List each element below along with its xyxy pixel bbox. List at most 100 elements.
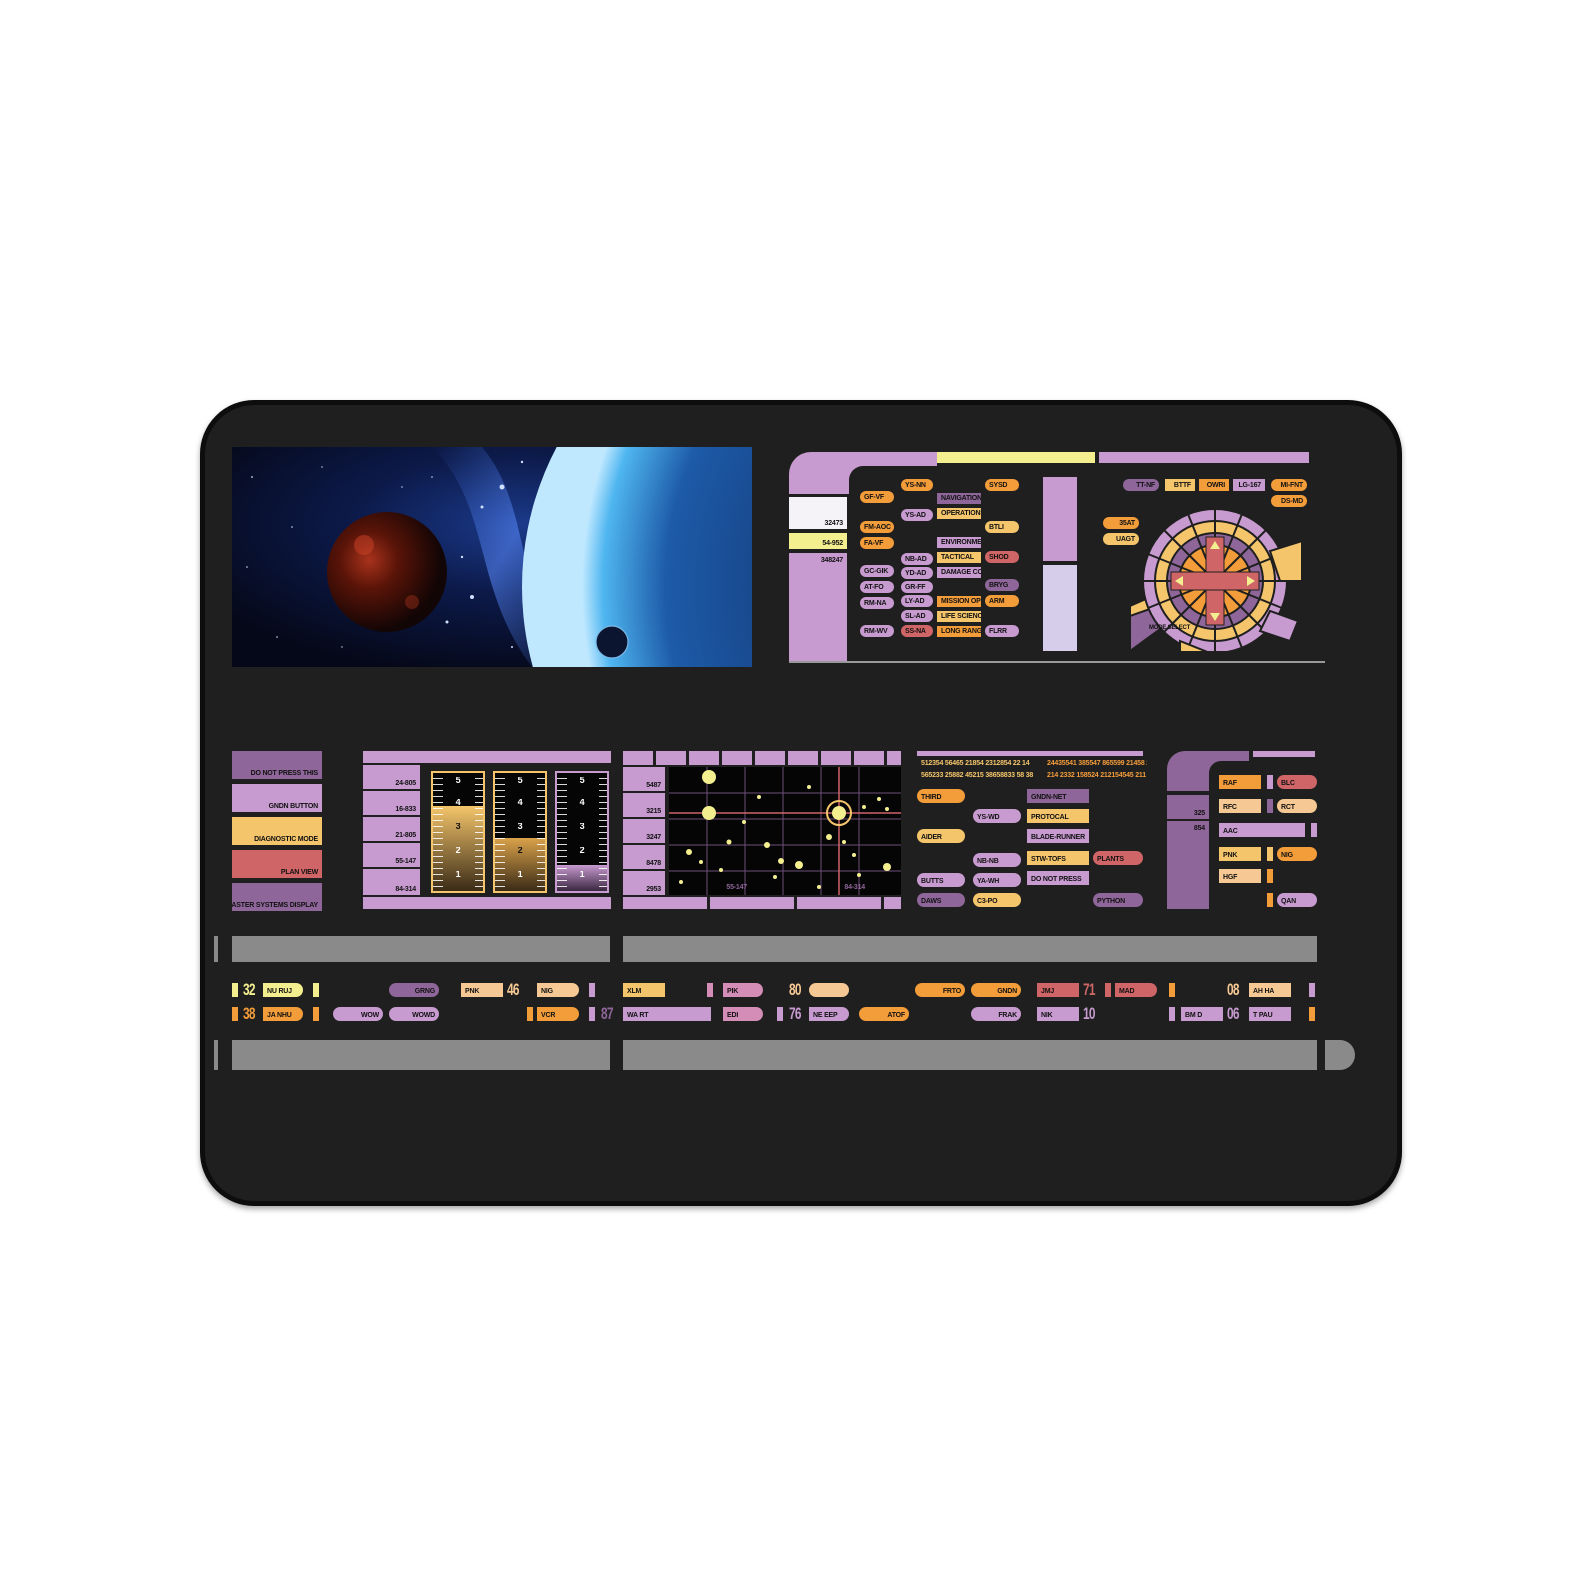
menu-left-5[interactable]: AT-FO xyxy=(860,581,894,593)
label-ah-ha[interactable]: AH HA xyxy=(1249,983,1291,997)
fn-long-range[interactable]: LONG RANGE SNS xyxy=(937,626,981,637)
label-t-pau[interactable]: T PAU xyxy=(1249,1007,1291,1021)
menu-small-1[interactable]: YS-NN xyxy=(901,479,933,491)
right-col1-pnk[interactable]: PNK xyxy=(1219,847,1261,861)
fn-environmental[interactable]: ENVIRONMENTAL xyxy=(937,537,981,548)
label-nig[interactable]: NIG xyxy=(537,983,579,997)
menu-left-7[interactable]: RM-WV xyxy=(860,625,894,637)
menu-left-6[interactable]: RM-NA xyxy=(860,597,894,609)
fn-damage-control[interactable]: DAMAGE CONTROL xyxy=(937,567,981,578)
label-frto[interactable]: FRTO xyxy=(915,983,965,997)
label-wa-rt[interactable]: WA RT xyxy=(623,1007,711,1021)
menu-small-2[interactable]: YS-AD xyxy=(901,509,933,521)
btn-do-not-press[interactable]: DO NOT PRESS THIS xyxy=(232,751,322,779)
label-nik[interactable]: NIK xyxy=(1037,1007,1079,1021)
right-col2-nig[interactable]: NIG xyxy=(1277,847,1317,861)
fn-operations[interactable]: OPERATIONS xyxy=(937,508,981,519)
label-pnk[interactable]: PNK xyxy=(461,983,503,997)
ring-top-5[interactable]: MI-FNT xyxy=(1271,479,1307,491)
right-col2-rct[interactable]: RCT xyxy=(1277,799,1317,813)
menu-left-3[interactable]: FA-VF xyxy=(860,537,894,549)
fn-life-sciences[interactable]: LIFE SCIENCES xyxy=(937,611,981,622)
menu-right-2[interactable]: BTLI xyxy=(985,521,1019,533)
ring-top-3[interactable]: OWRI xyxy=(1199,479,1229,491)
col1-third[interactable]: THIRD xyxy=(917,789,965,803)
label-mad[interactable]: MAD xyxy=(1115,983,1157,997)
text-panel-top-bar xyxy=(917,751,1143,756)
right-col1-rfc[interactable]: RFC xyxy=(1219,799,1261,813)
label-edi[interactable]: EDI xyxy=(723,1007,763,1021)
fn-mission-ops[interactable]: MISSION OPS xyxy=(937,596,981,607)
label-nu-ruj[interactable]: NU RUJ xyxy=(263,983,303,997)
right-col2-qan[interactable]: QAN xyxy=(1277,893,1317,907)
right-panel-top-bar xyxy=(1253,751,1315,757)
right-col2-blc[interactable]: BLC xyxy=(1277,775,1317,789)
btn-plan-view[interactable]: PLAN VIEW xyxy=(232,850,322,878)
right-col1-aac[interactable]: AAC xyxy=(1219,823,1305,837)
grid-bottom-label-1: 55-147 xyxy=(726,884,747,891)
label-atof[interactable]: ATOF xyxy=(859,1007,909,1021)
btn-gndn[interactable]: GNDN BUTTON xyxy=(232,784,322,812)
btn-master-systems[interactable]: MASTER SYSTEMS DISPLAY xyxy=(232,883,322,911)
tick-1: 1 xyxy=(455,871,461,879)
menu-right-6[interactable]: FLRR xyxy=(985,625,1019,637)
col3-gndn-net[interactable]: GNDN-NET xyxy=(1027,789,1089,803)
col1-butts[interactable]: BUTTS xyxy=(917,873,965,887)
readout-2: 54-952 xyxy=(789,533,847,549)
label-ja-nhu[interactable]: JA NHU xyxy=(263,1007,303,1021)
menu-left-1[interactable]: GF-VF xyxy=(860,491,894,503)
menu-right-3[interactable]: SHOD xyxy=(985,551,1019,563)
top-bar-lilac xyxy=(1099,452,1309,463)
col3-protocal[interactable]: PROTOCAL xyxy=(1027,809,1089,823)
vertical-bar-lavender xyxy=(1043,565,1077,651)
label-gndn[interactable]: GNDN xyxy=(971,983,1021,997)
label-bm-d[interactable]: BM D xyxy=(1181,1007,1223,1021)
menu-small-8[interactable]: LY-AD xyxy=(901,595,933,607)
fn-tactical[interactable]: TACTICAL xyxy=(937,552,981,563)
col3-do-not-press[interactable]: DO NOT PRESS xyxy=(1027,871,1089,885)
strip-marker-5 xyxy=(589,983,595,997)
col3-stw-tofs[interactable]: STW-TOFS xyxy=(1027,851,1089,865)
label-ne-eep[interactable]: NE EEP xyxy=(809,1007,849,1021)
ring-top-2[interactable]: BTTF xyxy=(1165,479,1195,491)
menu-small-7[interactable]: SS-NA xyxy=(901,625,933,637)
menu-left-2[interactable]: FM-AOC xyxy=(860,521,894,533)
right-col1-raf[interactable]: RAF xyxy=(1219,775,1261,789)
label-wow[interactable]: WOW xyxy=(333,1007,383,1021)
col2-yswd[interactable]: YS-WD xyxy=(973,809,1021,823)
col3-blade-runner[interactable]: BLADE-RUNNER xyxy=(1027,829,1089,843)
grey-bar-top-right xyxy=(623,936,1317,962)
col4-plants[interactable]: PLANTS xyxy=(1093,851,1143,865)
right-col1-hgf[interactable]: HGF xyxy=(1219,869,1261,883)
ring-top-4[interactable]: LG-167 xyxy=(1233,479,1265,491)
menu-right-1[interactable]: SYSD xyxy=(985,479,1019,491)
right-number-2: 854 xyxy=(1167,821,1209,909)
strip-marker-9 xyxy=(777,1007,783,1021)
label-wowd[interactable]: WOWD xyxy=(389,1007,439,1021)
menu-small-3[interactable]: NB-AD xyxy=(901,553,933,565)
menu-right-5[interactable]: ARM xyxy=(985,595,1019,607)
strip-marker-7 xyxy=(589,1007,595,1021)
col2-nbnb[interactable]: NB-NB xyxy=(973,853,1021,867)
menu-small-5[interactable]: GR-FF xyxy=(901,581,933,593)
col1-daws[interactable]: DAWS xyxy=(917,893,965,907)
label-blank-peach[interactable] xyxy=(809,983,849,997)
label-jmj[interactable]: JMJ xyxy=(1037,983,1079,997)
ring-top-1[interactable]: TT-NF xyxy=(1123,479,1159,491)
grid-panel-top-bar xyxy=(623,751,901,765)
col2-c3po[interactable]: C3-PO xyxy=(973,893,1021,907)
menu-small-4[interactable]: YD-AD xyxy=(901,567,933,579)
fn-navigation[interactable]: NAVIGATION xyxy=(937,493,981,504)
label-vcr[interactable]: VCR xyxy=(537,1007,579,1021)
menu-small-6[interactable]: SL-AD xyxy=(901,610,933,622)
label-grng[interactable]: GRNG xyxy=(389,983,439,997)
col2-yawh[interactable]: YA-WH xyxy=(973,873,1021,887)
col4-python[interactable]: PYTHON xyxy=(1093,893,1143,907)
col1-aider[interactable]: AIDER xyxy=(917,829,965,843)
menu-left-4[interactable]: GC-GIK xyxy=(860,565,894,577)
label-xlm[interactable]: XLM xyxy=(623,983,665,997)
label-pik[interactable]: PIK xyxy=(723,983,763,997)
btn-diagnostic-mode[interactable]: DIAGNOSTIC MODE xyxy=(232,817,322,845)
label-frak[interactable]: FRAK xyxy=(971,1007,1021,1021)
menu-right-4[interactable]: BRYG xyxy=(985,579,1019,591)
